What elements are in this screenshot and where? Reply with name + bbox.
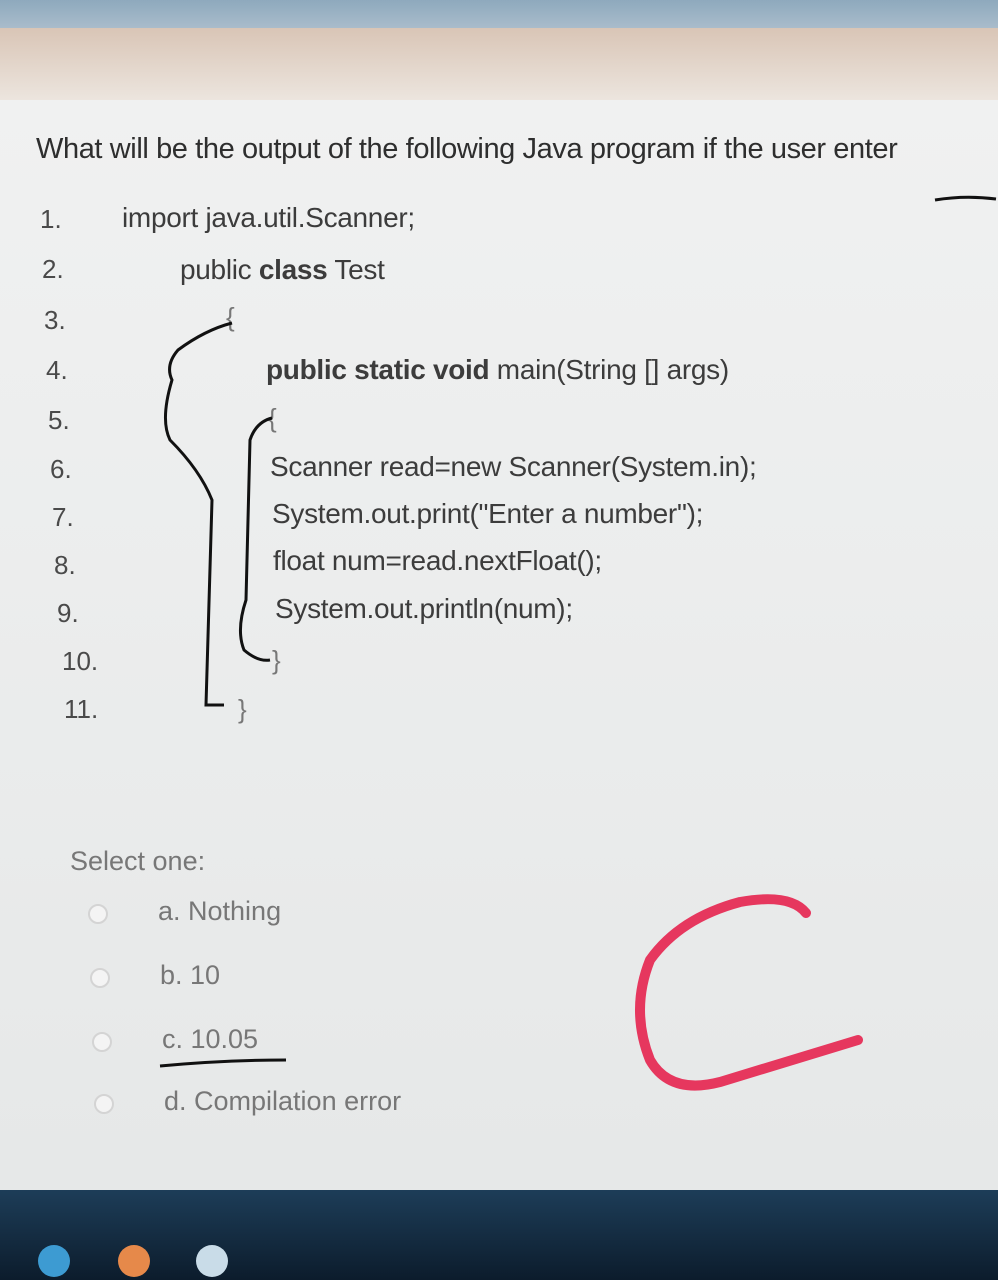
taskbar (0, 1190, 998, 1280)
app-icon[interactable] (38, 1245, 70, 1277)
outer-bracket-mark (164, 321, 233, 707)
handwritten-annotations (159, 195, 997, 1091)
inner-bracket-mark (239, 416, 273, 662)
answer-underline (159, 1058, 287, 1068)
app-icon[interactable] (196, 1245, 228, 1277)
underline-mark (934, 195, 997, 202)
browser-icon[interactable] (118, 1245, 150, 1277)
handwritten-c-mark (635, 894, 863, 1091)
